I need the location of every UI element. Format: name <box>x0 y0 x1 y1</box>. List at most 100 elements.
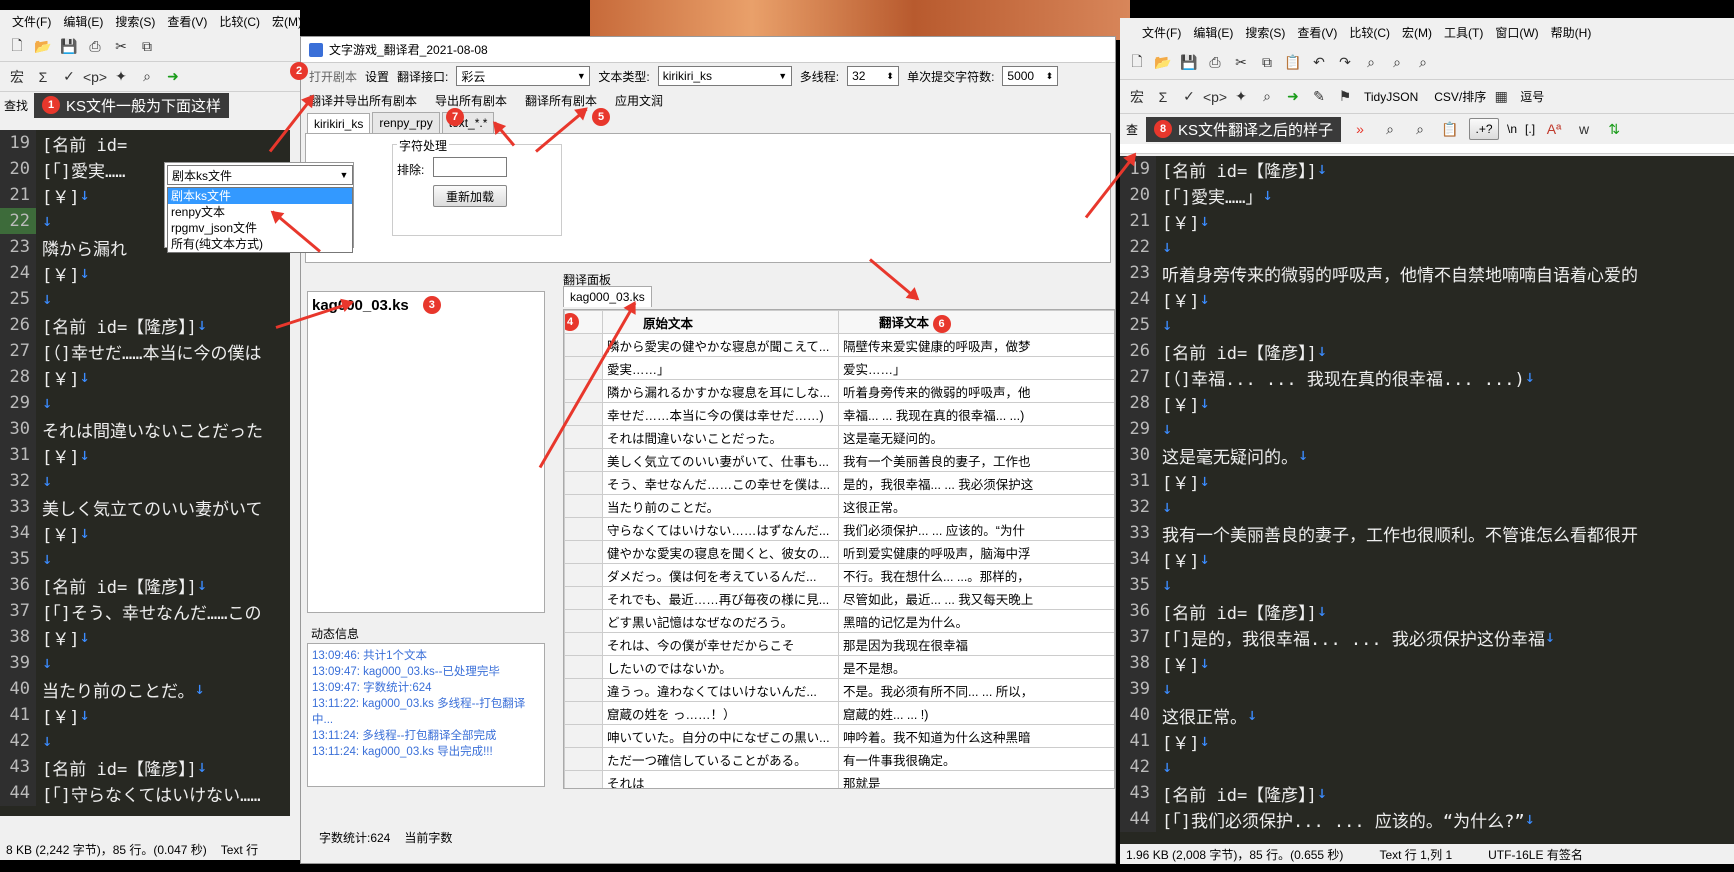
find-next-icon[interactable]: ⌕ <box>1386 52 1408 74</box>
text-type-select[interactable]: kirikiri_ks ▼ <box>657 66 792 86</box>
row-header[interactable] <box>564 517 603 541</box>
brackets-toggle[interactable]: [.] <box>1525 122 1535 136</box>
find-in-files-icon[interactable]: ⌕ <box>1256 86 1278 108</box>
copy-icon[interactable]: ⧉ <box>136 36 158 58</box>
editor-line[interactable]: 35 ↓ <box>1120 572 1734 598</box>
print-icon[interactable]: ⎙ <box>84 36 106 58</box>
source-cell[interactable]: 隣から漏れるかすかな寝息を耳にしな... <box>602 379 839 403</box>
export-all-button[interactable]: 导出所有剧本 <box>435 92 507 109</box>
paste-icon[interactable]: 📋 <box>1282 52 1304 74</box>
editor-line[interactable]: 30 それは間違いないことだった <box>0 416 290 442</box>
copy-icon[interactable]: ⧉ <box>1256 52 1278 74</box>
editor-line[interactable]: 22 ↓ <box>1120 234 1734 260</box>
clipboard-icon[interactable]: 📋 <box>1439 118 1461 140</box>
translation-cell[interactable]: 黑暗的记忆是为什么。 <box>838 609 1114 633</box>
table-row[interactable]: 当たり前のことだ。 这很正常。 <box>564 494 1114 518</box>
print-icon[interactable]: ⎙ <box>1204 52 1226 74</box>
editor-line[interactable]: 34 [￥] ↓ <box>0 520 290 546</box>
new-file-icon[interactable]: 🗋 <box>1126 52 1148 74</box>
editor-line[interactable]: 28 [￥] ↓ <box>0 364 290 390</box>
reload-button[interactable]: 重新加载 <box>433 185 507 207</box>
table-row[interactable]: ただ一つ確信していることがある。 有一件事我很确定。 <box>564 747 1114 771</box>
menu-item[interactable]: 文件(F) <box>1136 24 1187 41</box>
editor-line[interactable]: 32 ↓ <box>1120 494 1734 520</box>
grid-icon[interactable]: ▦ <box>1490 86 1512 108</box>
editor-line[interactable]: 25 ↓ <box>1120 312 1734 338</box>
right-editor-text[interactable]: 19 [名前 id=【隆彦】] ↓ 20 [「]愛実……」 ↓ 21 [￥] ↓ 22 ↓ 23 听着身… <box>1120 156 1734 844</box>
table-row[interactable]: それは 那就是 <box>564 770 1114 788</box>
check-icon[interactable]: ✓ <box>58 66 80 88</box>
source-cell[interactable]: それは <box>602 770 839 788</box>
source-cell[interactable]: 当たり前のことだ。 <box>602 494 839 518</box>
cut-icon[interactable]: ✂ <box>110 36 132 58</box>
editor-line[interactable]: 36 [名前 id=【隆彦】] ↓ <box>0 572 290 598</box>
table-row[interactable]: 美しく気立てのいい妻がいて、仕事も... 我有一个美丽善良的妻子，工作也 <box>564 448 1114 472</box>
format-select[interactable]: 剧本ks文件 ▼ <box>167 165 353 185</box>
editor-line[interactable]: 38 [￥] ↓ <box>1120 650 1734 676</box>
translation-cell[interactable]: 这很正常。 <box>838 494 1114 518</box>
editor-line[interactable]: 30 这是毫无疑问的。 ↓ <box>1120 442 1734 468</box>
translate-export-all-button[interactable]: 翻译并导出所有剧本 <box>309 92 417 109</box>
row-header[interactable] <box>564 609 603 633</box>
editor-line[interactable]: 42 ↓ <box>1120 754 1734 780</box>
editor-line[interactable]: 43 [名前 id=【隆彦】] ↓ <box>0 754 290 780</box>
col-source[interactable]: 原始文本 <box>602 310 839 334</box>
match-case-icon[interactable]: Aª <box>1543 118 1565 140</box>
table-row[interactable]: どす黒い記憶はなぜなのだろう。 黑暗的记忆是为什么。 <box>564 609 1114 633</box>
editor-line[interactable]: 28 [￥] ↓ <box>1120 390 1734 416</box>
row-header[interactable] <box>564 724 603 748</box>
editor-line[interactable]: 27 [（]幸せだ……本当に今の僕は <box>0 338 290 364</box>
csv-sort-button[interactable]: CSV/排序 <box>1434 88 1486 105</box>
save-icon[interactable]: 💾 <box>58 36 80 58</box>
editor-line[interactable]: 41 [￥] ↓ <box>0 702 290 728</box>
source-cell[interactable]: したいのではないか。 <box>602 655 839 679</box>
source-cell[interactable]: どす黒い記憶はなぜなのだろう。 <box>602 609 839 633</box>
menu-item[interactable]: 查看(V) <box>1291 24 1343 41</box>
sum-icon[interactable]: Σ <box>32 66 54 88</box>
menu-item[interactable]: 编辑(E) <box>1187 24 1239 41</box>
editor-line[interactable]: 39 ↓ <box>0 650 290 676</box>
translation-cell[interactable]: 那就是 <box>838 770 1114 788</box>
editor-line[interactable]: 39 ↓ <box>1120 676 1734 702</box>
api-select[interactable]: 彩云 ▼ <box>456 66 591 86</box>
editor-line[interactable]: 26 [名前 id=【隆彦】] ↓ <box>0 312 290 338</box>
editor-line[interactable]: 41 [￥] ↓ <box>1120 728 1734 754</box>
table-row[interactable]: それでも、最近……再び毎夜の様に見... 尽管如此，最近... ... 我又每天晚… <box>564 586 1114 610</box>
editor-line[interactable]: 44 [「]我们必须保护... ... 应该的。“为什么?” ↓ <box>1120 806 1734 832</box>
editor-line[interactable]: 19 [名前 id=【隆彦】] ↓ <box>1120 156 1734 182</box>
open-folder-icon[interactable]: 📂 <box>1152 52 1174 74</box>
editor-line[interactable]: 40 当たり前のことだ。 ↓ <box>0 676 290 702</box>
translation-cell[interactable]: 爱实……」 <box>838 356 1114 380</box>
source-cell[interactable]: 呻いていた。自分の中になぜこの黒い... <box>602 724 839 748</box>
translation-cell[interactable]: 这是毫无疑问的。 <box>838 425 1114 449</box>
row-header[interactable] <box>564 678 603 702</box>
check-icon[interactable]: ✓ <box>1178 86 1200 108</box>
row-header[interactable] <box>564 540 603 564</box>
menu-item[interactable]: 宏(M) <box>1396 24 1438 41</box>
source-cell[interactable]: ただ一つ確信していることがある。 <box>602 747 839 771</box>
editor-line[interactable]: 21 [￥] ↓ <box>1120 208 1734 234</box>
open-folder-icon[interactable]: 📂 <box>32 36 54 58</box>
open-script-button[interactable]: 打开剧本 <box>309 68 357 85</box>
row-header[interactable] <box>564 770 603 788</box>
threads-stepper[interactable]: 32 ⬍ <box>847 66 900 86</box>
editor-line[interactable]: 29 ↓ <box>0 390 290 416</box>
editor-line[interactable]: 27 [（]幸福... ... 我现在真的很幸福... ...) ↓ <box>1120 364 1734 390</box>
editor-line[interactable]: 24 [￥] ↓ <box>1120 286 1734 312</box>
editor-line[interactable]: 40 这很正常。 ↓ <box>1120 702 1734 728</box>
editor-line[interactable]: 33 我有一个美丽善良的妻子，工作也很顺利。不管谁怎么看都很开 <box>1120 520 1734 546</box>
color-icon[interactable]: ✦ <box>1230 86 1252 108</box>
table-row[interactable]: 隣から愛実の健やかな寝息が聞こえて... 隔壁传来爱实健康的呼吸声，做梦 <box>564 333 1114 357</box>
wrap-icon[interactable]: ⇅ <box>1603 118 1625 140</box>
translation-cell[interactable]: 窟蔵的姓... ... !) <box>838 701 1114 725</box>
row-header[interactable] <box>564 701 603 725</box>
editor-line[interactable]: 23 听着身旁传来的微弱的呼吸声，他情不自禁地喃喃自语着心爱的 <box>1120 260 1734 286</box>
undo-icon[interactable]: ↶ <box>1308 52 1330 74</box>
go-icon[interactable]: ➜ <box>162 66 184 88</box>
format-option[interactable]: rpgmv_json文件 <box>168 220 352 236</box>
source-cell[interactable]: 幸せだ……本当に今の僕は幸せだ……) <box>602 402 839 426</box>
translation-cell[interactable]: 我们必须保护... ... 应该的。“为什 <box>838 517 1114 541</box>
row-header[interactable] <box>564 655 603 679</box>
translation-cell[interactable]: 是不是想。 <box>838 655 1114 679</box>
macro-icon[interactable]: 宏 <box>6 66 28 88</box>
